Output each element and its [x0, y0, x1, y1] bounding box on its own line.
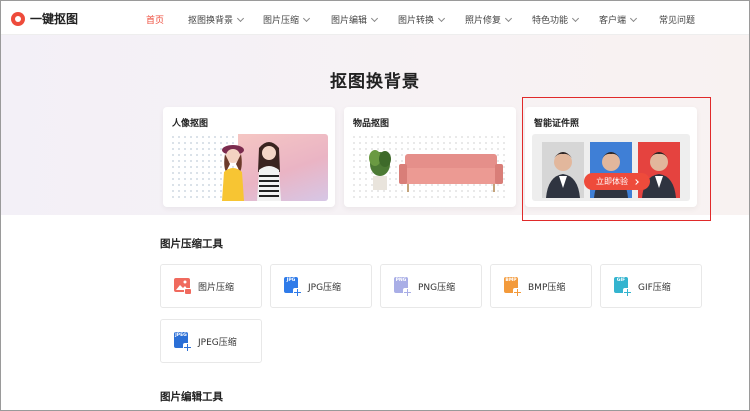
tool-gif-compress[interactable]: GIF GIF压缩 — [600, 264, 702, 308]
person-image — [257, 142, 281, 201]
tool-jpeg-compress[interactable]: JPEG JPEG压缩 — [160, 319, 262, 363]
nav-item-edit[interactable]: 图片编辑 — [331, 13, 379, 26]
nav-item-label: 照片修复 — [465, 16, 502, 26]
nav-item-label: 抠图换背景 — [188, 16, 234, 26]
card-title: 人像抠图 — [172, 119, 209, 129]
portrait-preview-image — [170, 134, 328, 201]
object-cutout-card[interactable]: 物品抠图 — [344, 107, 516, 207]
sofa-plant-image — [369, 150, 503, 192]
nav-item-features[interactable]: 特色功能 — [532, 13, 580, 26]
hero-title: 抠图换背景 — [330, 72, 420, 92]
portrait-cutout-card[interactable]: 人像抠图 — [163, 107, 335, 207]
chevron-down-icon — [370, 14, 379, 22]
tool-label: 图片压缩 — [198, 282, 235, 293]
logo-text: 一键抠图 — [30, 12, 79, 26]
tool-label: JPEG压缩 — [198, 337, 237, 348]
tool-label: GIF压缩 — [638, 282, 671, 293]
chevron-down-icon — [571, 14, 580, 22]
person-image — [222, 145, 244, 201]
bmp-file-icon: BMP — [504, 277, 522, 297]
nav-item-label: 图片转换 — [398, 16, 435, 26]
tool-image-compress[interactable]: 图片压缩 — [160, 264, 262, 308]
compress-section-title: 图片压缩工具 — [160, 238, 223, 250]
tool-label: JPG压缩 — [308, 282, 342, 293]
highlight-frame — [522, 97, 711, 221]
image-compress-icon — [174, 277, 192, 295]
edit-section-title: 图片编辑工具 — [160, 391, 223, 403]
tool-label: PNG压缩 — [418, 282, 456, 293]
nav-item-label: 图片压缩 — [263, 16, 300, 26]
card-title: 物品抠图 — [353, 119, 390, 129]
gif-file-icon: GIF — [614, 277, 632, 297]
tool-bmp-compress[interactable]: BMP BMP压缩 — [490, 264, 592, 308]
jpg-file-icon: JPG — [284, 277, 302, 297]
png-file-icon: PNG — [394, 277, 412, 297]
nav-item-faq[interactable]: 常见问题 — [659, 13, 695, 26]
site-logo[interactable]: 一键抠图 — [11, 10, 78, 27]
top-navbar: 一键抠图 首页 抠图换背景 图片压缩 图片编辑 图片转换 照片修复 特色功能 客… — [1, 1, 749, 35]
nav-item-label: 常见问题 — [659, 16, 696, 26]
nav-item-label: 图片编辑 — [331, 16, 368, 26]
object-preview-image — [351, 134, 509, 201]
nav-item-convert[interactable]: 图片转换 — [398, 13, 446, 26]
nav-item-compress[interactable]: 图片压缩 — [263, 13, 311, 26]
page-frame: 一键抠图 首页 抠图换背景 图片压缩 图片编辑 图片转换 照片修复 特色功能 客… — [0, 0, 750, 411]
chevron-down-icon — [504, 14, 513, 22]
tool-png-compress[interactable]: PNG PNG压缩 — [380, 264, 482, 308]
nav-item-label: 首页 — [146, 16, 165, 26]
nav-item-label: 特色功能 — [532, 16, 569, 26]
nav-item-cutout[interactable]: 抠图换背景 — [188, 13, 245, 26]
nav-item-repair[interactable]: 照片修复 — [465, 13, 513, 26]
chevron-down-icon — [236, 14, 245, 22]
nav-item-label: 客户端 — [599, 16, 627, 26]
logo-icon — [11, 11, 25, 26]
nav-item-client[interactable]: 客户端 — [599, 13, 638, 26]
tool-jpg-compress[interactable]: JPG JPG压缩 — [270, 264, 372, 308]
nav-item-home[interactable]: 首页 — [146, 13, 164, 26]
jpeg-file-icon: JPEG — [174, 332, 192, 352]
chevron-down-icon — [302, 14, 311, 22]
chevron-down-icon — [437, 14, 446, 22]
tool-label: BMP压缩 — [528, 282, 566, 293]
chevron-down-icon — [629, 14, 638, 22]
